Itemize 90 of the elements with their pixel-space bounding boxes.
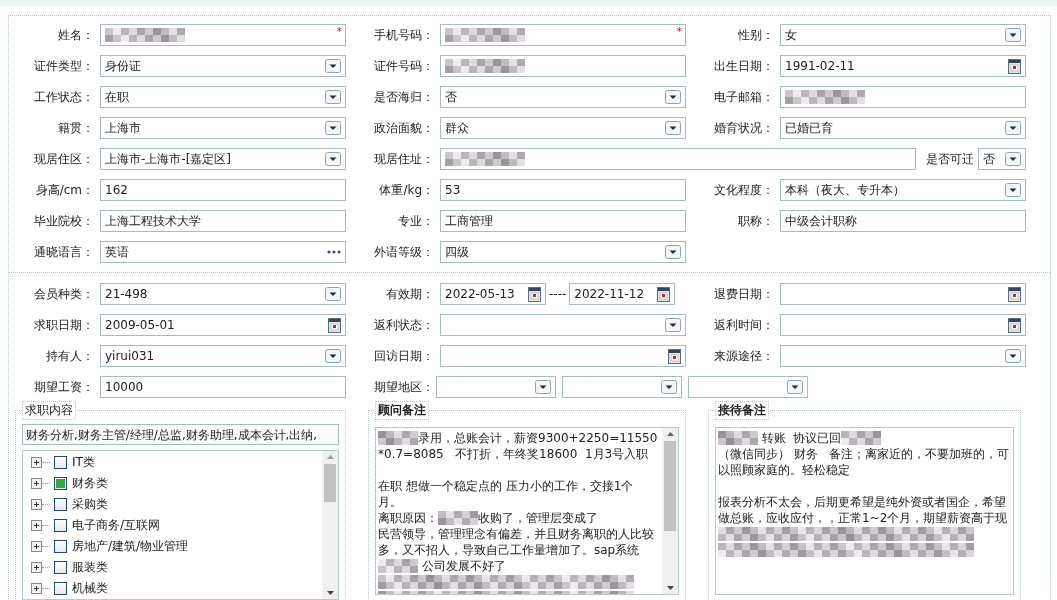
field-label: 持有人： <box>45 347 95 365</box>
date-field[interactable]: 2022-05-13 <box>440 283 546 305</box>
select-field[interactable]: 本科（夜大、专升本） <box>780 179 1026 201</box>
tree-item[interactable]: 财务类 <box>72 474 108 492</box>
notes-textarea[interactable]: 转账 协议已回 （微信同步） 财务 备注；离家近的，不要加班的，可 以照顾家庭的。轻松稳定 报表分析不太会，后期更希望是纯外资或者国企，希望 做总账，应收应付，，正常1~2个月，期望薪资高于现 <box>715 427 1014 595</box>
field-label: 职称： <box>737 212 775 230</box>
field-label: 婚育状况： <box>713 119 775 137</box>
note-text: 离职原因： <box>378 510 438 526</box>
field-label: 籍贯： <box>57 119 95 137</box>
field-label: 文化程度： <box>713 181 775 199</box>
field-label: 期望地区： <box>373 378 435 396</box>
select-field[interactable]: yirui031 <box>100 345 346 367</box>
note-text: 转账 协议已回 <box>760 430 842 446</box>
field-label: 回访日期： <box>373 347 435 365</box>
input-field[interactable]: 工商管理 <box>440 210 686 232</box>
note-text: 在职 想做一个稳定点的 压力小的工作，交接1个 <box>378 478 634 494</box>
select-field[interactable]: 四级 <box>440 241 686 263</box>
field-label: 退费日期： <box>713 285 775 303</box>
tree-item[interactable]: 机械类 <box>72 579 108 597</box>
field-label: 求职日期： <box>33 316 95 334</box>
field-label: 证件号码： <box>373 57 435 75</box>
field-label: 返利时间： <box>713 316 775 334</box>
field-label: 出生日期： <box>713 57 775 75</box>
select-field[interactable]: 否 <box>440 86 686 108</box>
input-field[interactable]: * <box>440 24 686 46</box>
select-field[interactable]: 在职 <box>100 86 346 108</box>
field-label: 毕业院校： <box>33 212 95 230</box>
note-text: 多，又不招人，导致自己工作量增加了。sap系统 <box>378 542 640 558</box>
select-field[interactable]: 女 <box>780 24 1026 46</box>
field-label: 现居住址： <box>373 150 435 168</box>
note-text: 公司发展不好了 <box>420 558 506 574</box>
select-field[interactable]: 否 <box>978 148 1026 170</box>
input-field[interactable]: 中级会计职称 <box>780 210 1026 232</box>
input-field[interactable]: 英语 <box>100 241 346 263</box>
notes-textarea[interactable]: 录用，总账会计，薪资9300+2250=11550 *0.7=8085 不打折，年终奖18600 1月3号入职 在职 想做一个稳定点的 压力小的工作，交接1个 月。 离职原因： 收购了，管理层变成了 民营领导，管理理念有偏差，并且财务离职的人比较 多，又不招人，导致自己工作量增加了。sap系统 公司发展不好了 <box>375 427 679 595</box>
note-text: 录用，总账会计，薪资9300+2250=11550 <box>418 430 658 446</box>
field-label: 来源途径： <box>713 347 775 365</box>
note-text: 月。 <box>378 494 402 510</box>
panel-title: 接待备注 <box>715 401 769 420</box>
input-field[interactable]: 上海工程技术大学 <box>100 210 346 232</box>
select-field[interactable]: 群众 <box>440 117 686 139</box>
field-label: 有效期： <box>385 285 435 303</box>
input-field[interactable]: 财务分析,财务主管/经理/总监,财务助理,成本会计,出纳, <box>22 424 339 445</box>
field-label: 工作状态： <box>33 88 95 106</box>
required-mark: * <box>336 25 342 38</box>
tree-item[interactable]: 采购类 <box>72 495 108 513</box>
select-field[interactable]: 上海市 <box>100 117 346 139</box>
note-text: 报表分析不太会，后期更希望是纯外资或者国企，希望 <box>718 494 1006 510</box>
select-field[interactable]: 已婚已育 <box>780 117 1026 139</box>
field-label: 期望工资： <box>33 378 95 396</box>
field-label: 是否海归： <box>373 88 435 106</box>
panel-title: 顾问备注 <box>375 401 429 420</box>
field-label: 专业： <box>397 212 435 230</box>
range-separator: ---- <box>548 287 568 301</box>
note-text: 收购了，管理层变成了 <box>478 510 598 526</box>
required-mark: * <box>676 25 682 38</box>
date-field[interactable]: 2022-11-12 <box>569 283 676 305</box>
note-text: 民营领导，管理理念有偏差，并且财务离职的人比较 <box>378 526 654 542</box>
field-label: 手机号码： <box>373 26 435 44</box>
note-text: 做总账，应收应付，，正常1~2个月，期望薪资高于现 <box>718 510 1008 526</box>
date-field[interactable]: 1991-02-11 <box>780 55 1026 77</box>
tree-item[interactable]: 服装类 <box>72 558 108 576</box>
date-field[interactable]: 2009-05-01 <box>100 314 346 336</box>
note-text: （微信同步） 财务 备注；离家近的，不要加班的，可 <box>718 446 1010 462</box>
field-label: 体重/kg： <box>378 181 435 199</box>
input-field[interactable]: * <box>100 24 346 46</box>
field-label: 返利状态： <box>373 316 435 334</box>
field-label: 通晓语言： <box>33 243 95 261</box>
panel-title: 求职内容 <box>22 401 76 420</box>
select-field[interactable]: 上海市-上海市-[嘉定区] <box>100 148 346 170</box>
tree-item[interactable]: 电子商务/互联网 <box>72 516 161 534</box>
tree-item[interactable]: 房地产/建筑/物业管理 <box>72 537 189 555</box>
field-label: 电子邮箱： <box>713 88 775 106</box>
select-field[interactable]: 身份证 <box>100 55 346 77</box>
field-label: 政治面貌： <box>373 119 435 137</box>
input-field[interactable]: 10000 <box>100 376 346 398</box>
field-label: 身高/cm： <box>34 181 95 199</box>
input-field[interactable]: 162 <box>100 179 346 201</box>
note-text: *0.7=8085 不打折，年终奖18600 1月3号入职 <box>378 446 649 462</box>
select-field[interactable]: 21-498 <box>100 283 346 305</box>
note-text: 以照顾家庭的。轻松稳定 <box>718 462 850 478</box>
field-label: 证件类型： <box>33 57 95 75</box>
tree-item[interactable]: IT类 <box>72 453 95 471</box>
field-label: 性别： <box>737 26 775 44</box>
field-label: 外语等级： <box>373 243 435 261</box>
input-field[interactable]: 53 <box>440 179 686 201</box>
field-label: 现居住区： <box>33 150 95 168</box>
field-label: 会员种类： <box>33 285 95 303</box>
field-label: 姓名： <box>57 26 95 44</box>
field-label: 是否可迁 <box>925 150 975 168</box>
